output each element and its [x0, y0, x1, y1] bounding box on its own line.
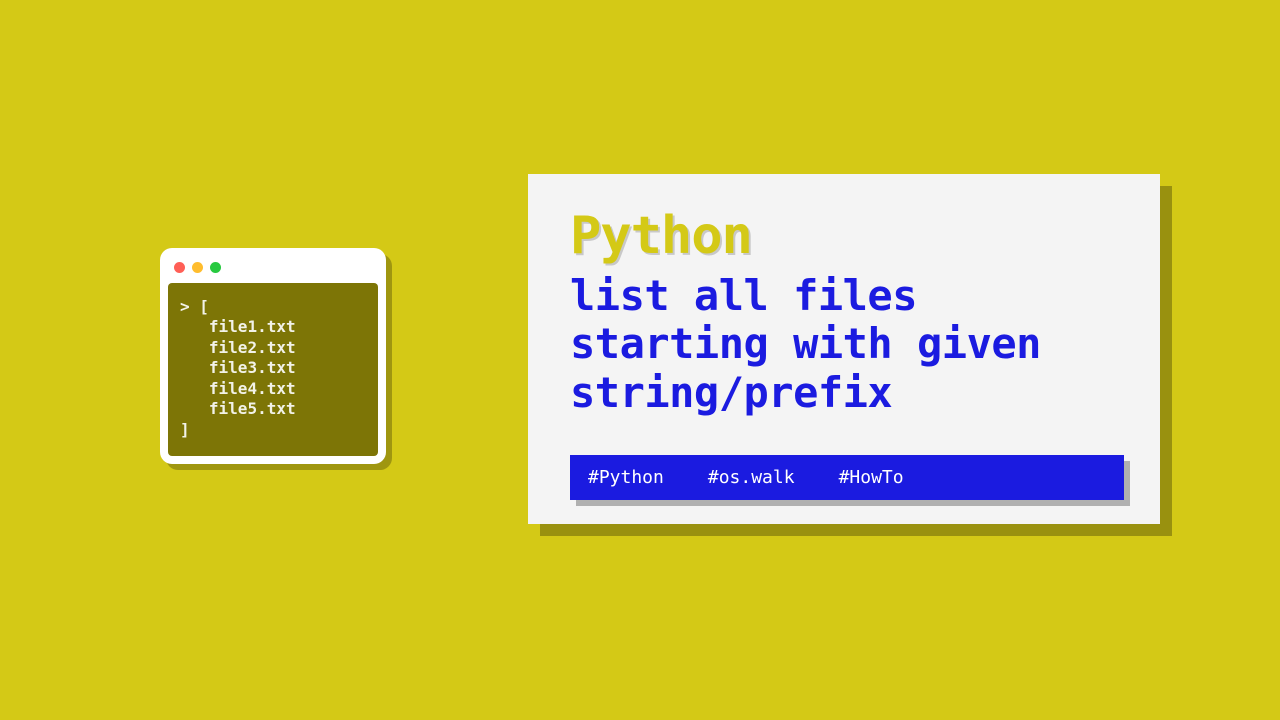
terminal-file: file3.txt	[209, 358, 296, 377]
close-icon	[174, 262, 185, 273]
terminal-body: > [ file1.txt file2.txt file3.txt file4.…	[168, 283, 378, 456]
terminal-file: file5.txt	[209, 399, 296, 418]
terminal-prompt: > [	[180, 297, 209, 316]
card-subtitle: list all files starting with given strin…	[570, 272, 1124, 417]
info-card: Python list all files starting with give…	[528, 174, 1160, 524]
tag: #os.walk	[708, 467, 795, 488]
tag: #HowTo	[839, 467, 904, 488]
terminal-window: > [ file1.txt file2.txt file3.txt file4.…	[160, 248, 386, 464]
card-title: Python	[570, 206, 1124, 266]
terminal-file: file1.txt	[209, 317, 296, 336]
terminal-file: file2.txt	[209, 338, 296, 357]
tag-bar: #Python #os.walk #HowTo	[570, 455, 1124, 500]
terminal-header	[168, 256, 378, 283]
tag: #Python	[588, 467, 664, 488]
minimize-icon	[192, 262, 203, 273]
terminal-close: ]	[180, 420, 190, 439]
terminal-file: file4.txt	[209, 379, 296, 398]
maximize-icon	[210, 262, 221, 273]
